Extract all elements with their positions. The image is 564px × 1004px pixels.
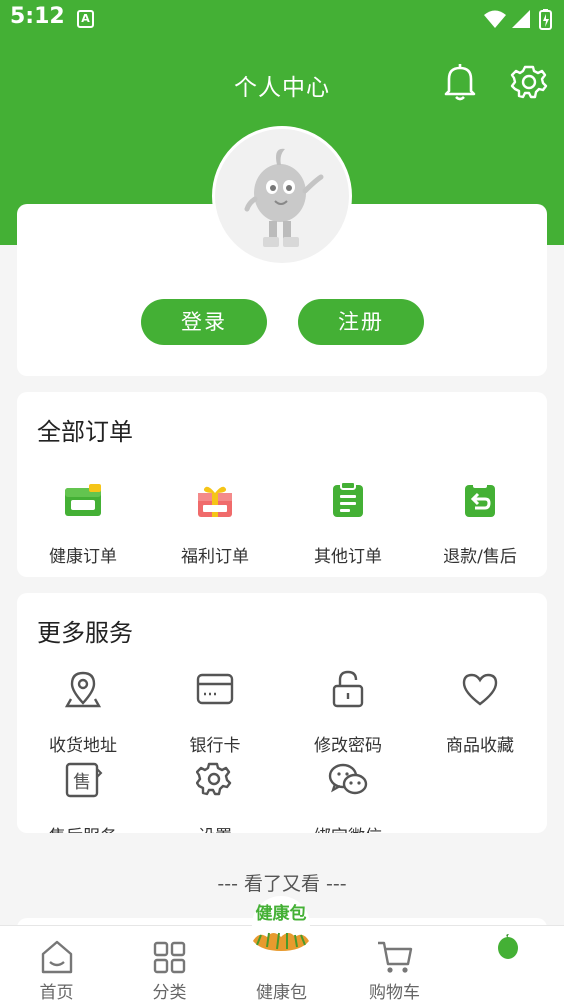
order-item-label: 福利订单 (181, 547, 249, 567)
login-button[interactable]: 登录 (141, 299, 267, 345)
order-item-label: 退款/售后 (443, 547, 517, 567)
orders-card: 全部订单 健康订单 福利订单 其他订单 退款/售后 (17, 392, 547, 577)
tab-cart[interactable]: 购物车 (338, 926, 451, 1004)
category-icon (113, 926, 226, 976)
service-item-label: 收货地址 (49, 736, 117, 756)
notification-icon: A (77, 10, 94, 28)
order-item-other[interactable]: 其他订单 (282, 478, 414, 567)
health-order-icon (17, 478, 149, 522)
health-pack-icon[interactable]: 健康包 (243, 895, 319, 959)
service-item-label: 绑定微信 (282, 822, 414, 833)
avatar[interactable] (212, 126, 352, 266)
tab-label: 健康包 (256, 983, 307, 1003)
status-time: 5:12 (10, 4, 65, 29)
refund-icon (414, 478, 546, 522)
clipboard-icon (282, 478, 414, 522)
service-item-settings[interactable]: 设置 (149, 758, 281, 833)
order-item-health[interactable]: 健康订单 (17, 478, 149, 567)
tab-category[interactable]: 分类 (113, 926, 226, 1004)
service-item-label: 修改密码 (314, 736, 382, 756)
wifi-icon (484, 10, 506, 28)
services-card: 更多服务 收货地址 银行卡 修改密码 商品收藏 售 (17, 593, 547, 833)
wechat-icon (282, 758, 414, 802)
service-item-label: 商品收藏 (446, 736, 514, 756)
service-item-label: 银行卡 (189, 736, 241, 756)
tab-profile[interactable] (451, 926, 564, 1004)
register-button[interactable]: 注册 (298, 299, 424, 345)
gift-icon (149, 478, 281, 522)
service-item-after-sale[interactable]: 售 售后服务 (17, 758, 149, 833)
system-icons (482, 8, 554, 34)
profile-icon (451, 926, 564, 976)
order-item-refund[interactable]: 退款/售后 (414, 478, 546, 567)
service-item-bank-card[interactable]: 银行卡 (149, 667, 281, 756)
bank-card-icon (149, 667, 281, 711)
services-title: 更多服务 (37, 619, 133, 647)
cart-icon (338, 926, 451, 976)
service-item-wechat[interactable]: 绑定微信 (282, 758, 414, 833)
home-icon (0, 926, 113, 976)
service-item-label: 售后服务 (17, 822, 149, 833)
service-item-label: 设置 (149, 822, 281, 833)
tab-label: 购物车 (369, 983, 420, 1003)
map-pin-icon (17, 667, 149, 711)
recommend-section-title: --- 看了又看 --- (217, 873, 347, 895)
lock-icon (282, 667, 414, 711)
order-item-welfare[interactable]: 福利订单 (149, 478, 281, 567)
signal-icon (512, 10, 530, 28)
settings-gear-icon[interactable] (510, 62, 548, 102)
tab-label: 分类 (152, 983, 187, 1003)
bell-icon[interactable] (441, 62, 479, 102)
tab-label: 首页 (39, 983, 74, 1003)
service-item-favorites[interactable]: 商品收藏 (414, 667, 546, 756)
page-title: 个人中心 (234, 75, 330, 101)
order-item-label: 其他订单 (314, 547, 382, 567)
svg-text:售: 售 (73, 772, 91, 793)
status-bar: 5:12 A (0, 0, 564, 38)
orders-title: 全部订单 (37, 418, 133, 446)
battery-icon (539, 9, 552, 30)
gear-icon (149, 758, 281, 802)
heart-icon (414, 667, 546, 711)
order-item-label: 健康订单 (49, 547, 117, 567)
after-sale-icon: 售 (17, 758, 149, 802)
health-pack-badge-text: 健康包 (256, 903, 307, 924)
service-item-password[interactable]: 修改密码 (282, 667, 414, 756)
service-item-address[interactable]: 收货地址 (17, 667, 149, 756)
tab-home[interactable]: 首页 (0, 926, 113, 1004)
